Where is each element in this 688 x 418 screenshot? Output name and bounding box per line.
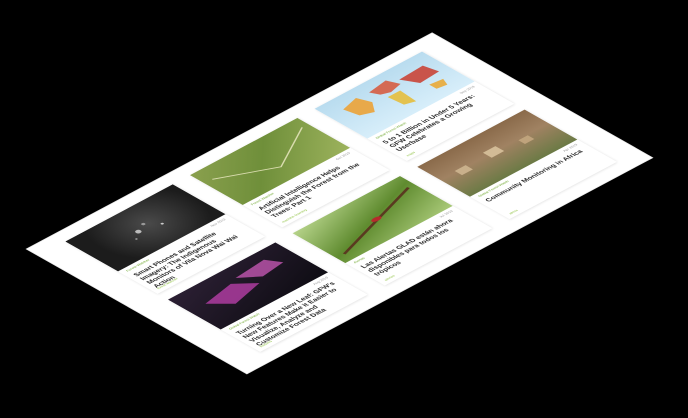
forest-cards-layer [0, 0, 688, 418]
forest-cards-plane [27, 33, 652, 373]
screenshot-stage: Forest Watcher Nov 2019 Smart Phones and… [0, 0, 688, 418]
